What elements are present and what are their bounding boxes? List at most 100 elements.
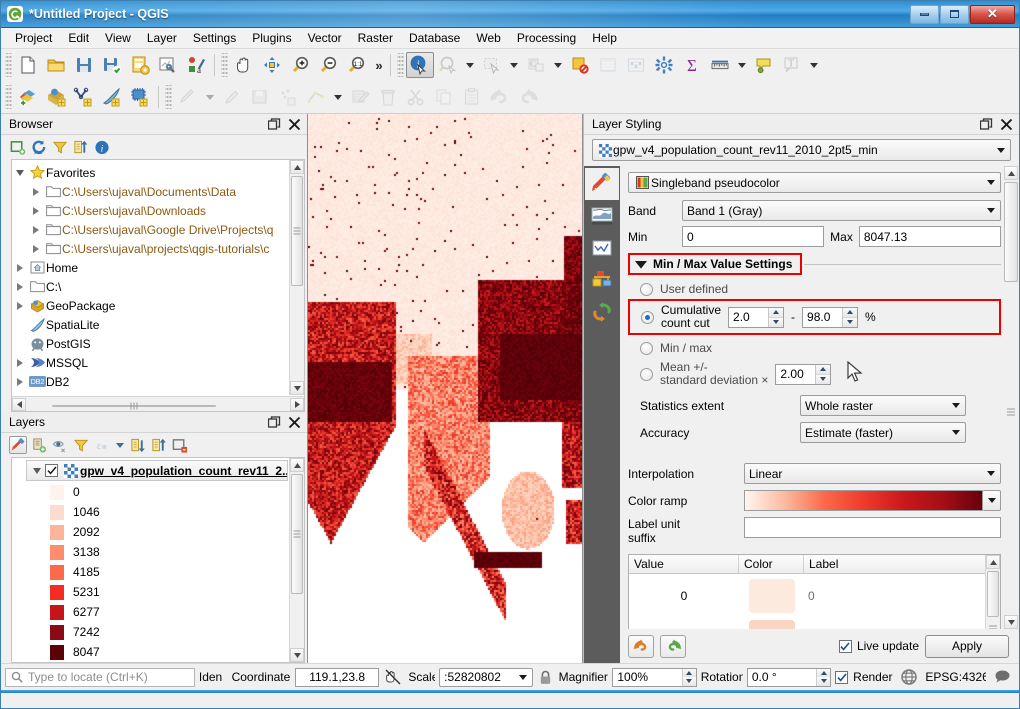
save-project-icon[interactable] bbox=[70, 52, 98, 78]
browser-item-twisty[interactable] bbox=[12, 378, 28, 386]
chevron-down-icon[interactable] bbox=[984, 471, 998, 476]
cumulative-lower-spinbox[interactable]: 2.0 bbox=[728, 307, 784, 328]
rendering-tab-icon[interactable] bbox=[585, 264, 619, 296]
minimize-button[interactable] bbox=[910, 5, 939, 24]
chevron-down-icon[interactable] bbox=[516, 675, 530, 680]
cumulative-count-cut-radio[interactable] bbox=[641, 311, 654, 324]
history-tab-icon[interactable] bbox=[585, 296, 619, 328]
cut-features-icon[interactable] bbox=[402, 84, 430, 110]
toolbar-grip[interactable] bbox=[5, 53, 12, 77]
add-selected-layers-icon[interactable] bbox=[9, 138, 27, 156]
filter-legend-icon[interactable] bbox=[72, 436, 90, 454]
toolbar-grip-3[interactable] bbox=[397, 53, 404, 77]
column-header-value[interactable]: Value bbox=[629, 555, 739, 573]
browser-item-twisty[interactable] bbox=[28, 245, 44, 253]
menu-raster[interactable]: Raster bbox=[350, 29, 401, 47]
layer-styling-scrollbar[interactable] bbox=[1003, 166, 1019, 629]
browser-item-10[interactable]: MSSQL bbox=[12, 353, 288, 372]
layers-scroll-up-arrow[interactable] bbox=[290, 458, 304, 472]
interpolation-combo[interactable]: Linear bbox=[744, 463, 1001, 484]
toggle-editing-icon[interactable] bbox=[218, 84, 246, 110]
map-canvas[interactable] bbox=[308, 114, 582, 663]
rotation-up[interactable] bbox=[817, 669, 830, 678]
browser-scroll-left-arrow[interactable] bbox=[12, 398, 26, 411]
magnifier-spinbox[interactable]: 100% bbox=[612, 668, 696, 687]
sum-icon[interactable]: Σ bbox=[678, 52, 706, 78]
field-calc-dropdown-icon[interactable] bbox=[550, 52, 566, 78]
layers-close-icon[interactable] bbox=[287, 415, 301, 429]
toolbar-grip-5[interactable] bbox=[165, 85, 172, 109]
magnifier-up[interactable] bbox=[683, 669, 696, 678]
remove-layer-icon[interactable] bbox=[171, 436, 189, 454]
measure-icon[interactable] bbox=[706, 52, 734, 78]
cumulative-lower-down[interactable] bbox=[769, 318, 783, 327]
browser-item-twisty[interactable] bbox=[28, 226, 44, 234]
menu-processing[interactable]: Processing bbox=[509, 29, 584, 47]
delete-selected-icon[interactable] bbox=[374, 84, 402, 110]
cell-value[interactable]: 0 bbox=[629, 589, 739, 603]
max-input[interactable]: 8047.13 bbox=[859, 226, 1001, 247]
browser-float-icon[interactable] bbox=[267, 117, 281, 131]
current-edits-dropdown-icon[interactable] bbox=[202, 84, 218, 110]
open-layer-styling-panel-icon[interactable] bbox=[9, 436, 27, 454]
manage-map-themes-icon[interactable] bbox=[51, 436, 69, 454]
add-virtual-layer-icon[interactable] bbox=[126, 84, 154, 110]
vertex-tool-dropdown-icon[interactable] bbox=[330, 84, 346, 110]
toolbar-overflow-icon[interactable]: » bbox=[370, 52, 386, 78]
layer-item[interactable]: gpw_v4_population_count_rev11_2... bbox=[26, 460, 288, 481]
mean-stddev-spinbox[interactable]: 2.00 bbox=[775, 364, 831, 385]
layers-float-icon[interactable] bbox=[267, 415, 281, 429]
cell-color[interactable] bbox=[739, 579, 804, 613]
zoom-out-icon[interactable] bbox=[314, 52, 342, 78]
collapse-all-layers-icon[interactable] bbox=[150, 436, 168, 454]
menu-database[interactable]: Database bbox=[401, 29, 468, 47]
globe-icon[interactable] bbox=[897, 669, 922, 685]
browser-scroll-right-arrow[interactable] bbox=[290, 398, 304, 411]
identify-features-icon[interactable]: i bbox=[406, 52, 434, 78]
histogram-tab-icon[interactable] bbox=[585, 232, 619, 264]
live-update-checkbox[interactable] bbox=[839, 640, 852, 653]
browser-scroll-down-arrow[interactable] bbox=[290, 381, 304, 395]
statistics-extent-combo[interactable]: Whole raster bbox=[800, 395, 966, 416]
map-canvas-container[interactable] bbox=[307, 114, 583, 663]
transparency-tab-icon[interactable] bbox=[585, 200, 619, 232]
rotation-spinbox[interactable]: 0.0 ° bbox=[747, 668, 831, 687]
mean-stddev-up[interactable] bbox=[816, 365, 830, 375]
layer-expand-twisty[interactable] bbox=[29, 468, 45, 474]
cumulative-upper-up[interactable] bbox=[843, 308, 857, 318]
chevron-down-icon[interactable] bbox=[994, 148, 1008, 153]
filter-browser-icon[interactable] bbox=[51, 138, 69, 156]
label-unit-suffix-input[interactable] bbox=[744, 517, 1001, 538]
browser-close-icon[interactable] bbox=[287, 117, 301, 131]
locator-input[interactable]: Type to locate (Ctrl+K) bbox=[5, 668, 195, 687]
live-update-checkbox-group[interactable]: Live update bbox=[839, 639, 919, 653]
min-input[interactable]: 0 bbox=[682, 226, 824, 247]
toolbar-grip-4[interactable] bbox=[5, 85, 12, 109]
browser-item-11[interactable]: DB2DB2 bbox=[12, 372, 288, 391]
min-max-radio[interactable] bbox=[640, 342, 653, 355]
menu-layer[interactable]: Layer bbox=[139, 29, 185, 47]
undo-icon[interactable] bbox=[486, 84, 514, 110]
section-collapse-twisty[interactable] bbox=[635, 260, 647, 269]
collapse-all-icon[interactable] bbox=[72, 138, 90, 156]
browser-item-2[interactable]: C:\Users\ujaval\Downloads bbox=[12, 201, 288, 220]
browser-item-4[interactable]: C:\Users\ujaval\projects\qgis-tutorials\… bbox=[12, 239, 288, 258]
scale-combo[interactable]: :52820802 bbox=[439, 668, 533, 687]
pan-map-icon[interactable] bbox=[230, 52, 258, 78]
cumulative-lower-up[interactable] bbox=[769, 308, 783, 318]
rotation-down[interactable] bbox=[817, 677, 830, 686]
layers-vertical-scrollbar[interactable] bbox=[289, 458, 304, 662]
color-ramp-preview[interactable] bbox=[744, 490, 983, 511]
paste-features-icon[interactable] bbox=[458, 84, 486, 110]
add-raster-layer-icon[interactable] bbox=[42, 84, 70, 110]
filter-legend-by-expression-icon[interactable]: ε bbox=[93, 436, 111, 454]
color-ramp-dropdown[interactable] bbox=[983, 490, 1001, 511]
properties-icon[interactable]: i bbox=[93, 138, 111, 156]
min-max-option[interactable]: Min / max bbox=[628, 338, 1001, 357]
mean-stddev-down[interactable] bbox=[816, 375, 830, 384]
new-print-layout-icon[interactable] bbox=[126, 52, 154, 78]
cumulative-upper-down[interactable] bbox=[843, 318, 857, 327]
column-header-color[interactable]: Color bbox=[739, 555, 804, 573]
lock-scale-icon[interactable] bbox=[537, 670, 554, 685]
new-project-icon[interactable] bbox=[14, 52, 42, 78]
